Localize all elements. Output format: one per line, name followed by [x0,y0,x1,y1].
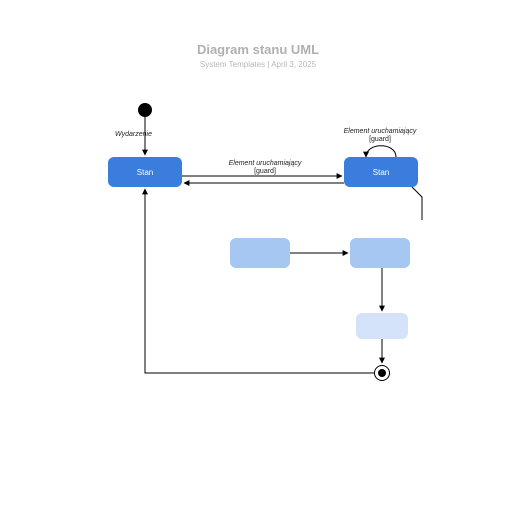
edge-final-to-left [145,189,374,373]
final-state [374,365,390,381]
state-left-label: Stan [137,168,153,177]
trigger-mid-label: Element uruchamiający [guard] [215,160,315,177]
guard-top-text: [guard] [330,136,430,144]
trigger-top-text: Element uruchamiający [344,128,417,135]
event-label: Wydarzenie [115,131,185,139]
trigger-top-label: Element uruchamiający [guard] [330,128,430,145]
substate-2 [350,238,410,268]
diagram-canvas: Stan Stan Wydarzenie Element uruchamiają… [0,0,516,516]
edge-right-selfloop [366,146,396,157]
final-state-inner [378,369,386,377]
guard-mid-text: [guard] [215,168,315,176]
state-left: Stan [108,157,182,187]
edge-right-down [412,187,422,220]
initial-state [138,103,152,117]
substate-1 [230,238,290,268]
substate-3 [356,313,408,339]
trigger-mid-text: Element uruchamiający [229,160,302,167]
state-right-label: Stan [373,168,389,177]
event-label-text: Wydarzenie [115,131,152,138]
state-right: Stan [344,157,418,187]
